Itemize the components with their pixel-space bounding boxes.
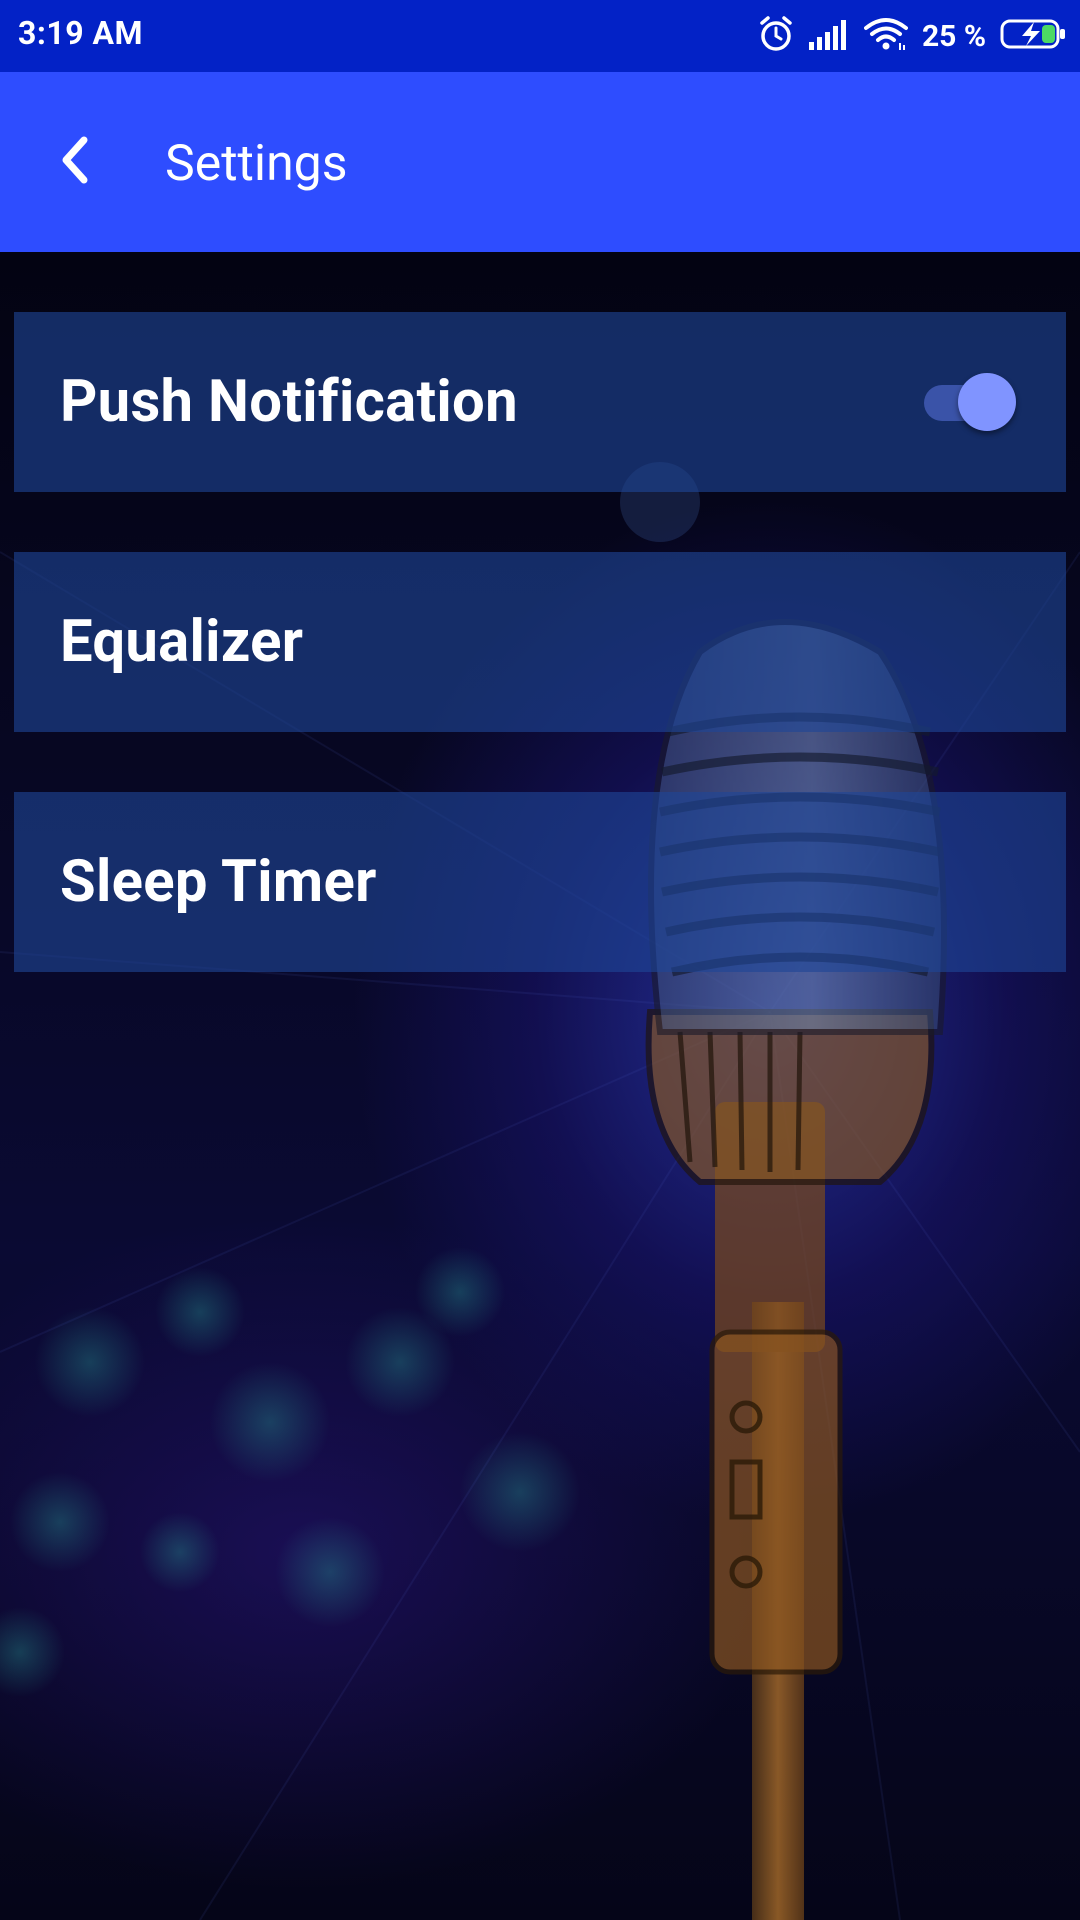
setting-sleep-timer[interactable]: Sleep Timer [14, 792, 1066, 972]
battery-percent: 25 % [921, 18, 986, 54]
setting-label: Equalizer [60, 608, 304, 676]
back-button[interactable] [40, 127, 110, 197]
status-bar: 3:19 AM 25 % [0, 0, 1080, 72]
chevron-left-icon [58, 136, 92, 188]
setting-label: Push Notification [60, 368, 518, 436]
signal-icon [808, 18, 850, 54]
push-notification-toggle[interactable] [922, 373, 1016, 431]
app-bar: Settings [0, 72, 1080, 252]
settings-list: Push Notification Equalizer Sleep Timer [14, 312, 1066, 1032]
status-time: 3:19 AM [18, 14, 144, 52]
setting-label: Sleep Timer [60, 848, 377, 916]
wifi-icon [863, 17, 908, 55]
battery-charging-icon [1000, 18, 1066, 54]
page-title: Settings [165, 135, 348, 193]
alarm-icon [758, 15, 794, 57]
setting-push-notification[interactable]: Push Notification [14, 312, 1066, 492]
status-icons: 25 % [758, 16, 1066, 56]
setting-equalizer[interactable]: Equalizer [14, 552, 1066, 732]
toggle-thumb [958, 373, 1016, 431]
